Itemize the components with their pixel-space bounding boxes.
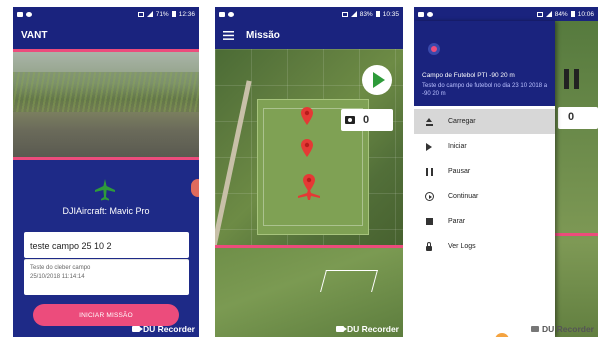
app-bar: VANT (13, 21, 199, 49)
phone-screen-vant: 71% 12:36 VANT DJIAircraft: Mavic Pro te… (13, 7, 199, 337)
video-camera-icon (531, 326, 543, 332)
clock: 10:06 (577, 10, 594, 18)
airplane-icon (95, 179, 115, 201)
du-recorder-watermark: DU Recorder (336, 324, 399, 334)
waypoint-marker-icon[interactable] (301, 107, 313, 125)
notification-icon (26, 11, 32, 17)
notification-icon (418, 11, 424, 17)
clock: 12:36 (178, 10, 195, 18)
page-title: Missão (246, 29, 280, 41)
menu-item-ver-logs[interactable]: Ver Logs (414, 234, 555, 259)
menu-item-continuar[interactable]: Continuar (414, 184, 555, 209)
navigation-drawer: Campo de Futebol PTI -90 20 m Teste do c… (414, 21, 555, 337)
drawer-header: Campo de Futebol PTI -90 20 m Teste do c… (414, 21, 555, 106)
signal-icon (545, 11, 552, 17)
notification-icon (219, 11, 225, 17)
status-bar: 71% 12:36 (13, 7, 199, 21)
battery-percent: 83% (359, 10, 373, 18)
app-logo-icon (428, 43, 440, 55)
signal-icon (146, 11, 153, 17)
page-title: VANT (21, 29, 48, 41)
camera-icon (345, 116, 355, 124)
play-icon (426, 142, 432, 151)
play-mission-button[interactable] (362, 65, 392, 95)
battery-icon (375, 11, 380, 17)
video-camera-icon (132, 326, 144, 332)
nfc-icon (137, 11, 144, 17)
menu-item-parar[interactable]: Parar (414, 209, 555, 234)
phone-screen-missao: 83% 10:35 Missão 0 DU Recorder (215, 7, 403, 337)
status-bar: 83% 10:35 (215, 7, 403, 21)
drawer-menu: Carregar Iniciar Pausar Continuar Parar … (414, 109, 555, 259)
notification-icon (17, 11, 23, 17)
divider (552, 233, 598, 236)
battery-percent: 71% (155, 10, 169, 18)
play-icon (373, 72, 385, 88)
app-bar: Missão (215, 21, 403, 49)
notification-icon (427, 11, 433, 17)
pause-icon (564, 69, 580, 89)
aircraft-label: DJIAircraft: Mavic Pro (62, 206, 150, 216)
drone-position-icon (298, 187, 320, 200)
menu-item-iniciar[interactable]: Iniciar (414, 134, 555, 159)
clock: 10:35 (382, 10, 399, 18)
continue-icon (424, 192, 434, 201)
photo-counter: 0 (558, 107, 598, 129)
photo-counter: 0 (341, 109, 393, 131)
waypoint-marker-icon[interactable] (301, 139, 313, 157)
mission-description: Teste do cleber campo (30, 265, 91, 271)
mission-name-item[interactable]: teste campo 25 10 2 (24, 232, 189, 258)
status-bar: 84% 10:06 (414, 7, 598, 21)
nfc-icon (536, 11, 543, 17)
menu-item-pausar[interactable]: Pausar (414, 159, 555, 184)
battery-icon (570, 11, 575, 17)
video-camera-icon (336, 326, 348, 332)
phone-screen-drawer: 84% 10:06 0 Campo de Futebol PTI -90 20 … (414, 7, 598, 337)
mission-date: 25/10/2018 11:14:14 (30, 274, 85, 280)
camera-feed (13, 52, 199, 157)
pause-icon (425, 167, 433, 176)
menu-item-carregar[interactable]: Carregar (414, 109, 555, 134)
du-recorder-watermark: DU Recorder (132, 324, 195, 334)
hamburger-menu-icon[interactable] (223, 30, 234, 40)
mission-details[interactable]: Teste do cleber campo 25/10/2018 11:14:1… (24, 259, 189, 295)
battery-icon (171, 11, 176, 17)
upload-icon (425, 117, 433, 126)
stop-icon (425, 218, 433, 225)
nfc-icon (341, 11, 348, 17)
start-mission-button[interactable]: INICIAR MISSÃO (33, 304, 179, 326)
mission-subtitle: Teste do campo de futebol no dia 23 10 2… (422, 83, 548, 97)
floating-handle[interactable] (191, 179, 199, 197)
du-recorder-watermark: DU Recorder (531, 324, 594, 334)
mission-title: Campo de Futebol PTI -90 20 m (422, 72, 515, 79)
lock-icon (426, 241, 432, 251)
battery-percent: 84% (554, 10, 568, 18)
signal-icon (350, 11, 357, 17)
goal-post (320, 270, 378, 292)
notification-icon (228, 11, 234, 17)
